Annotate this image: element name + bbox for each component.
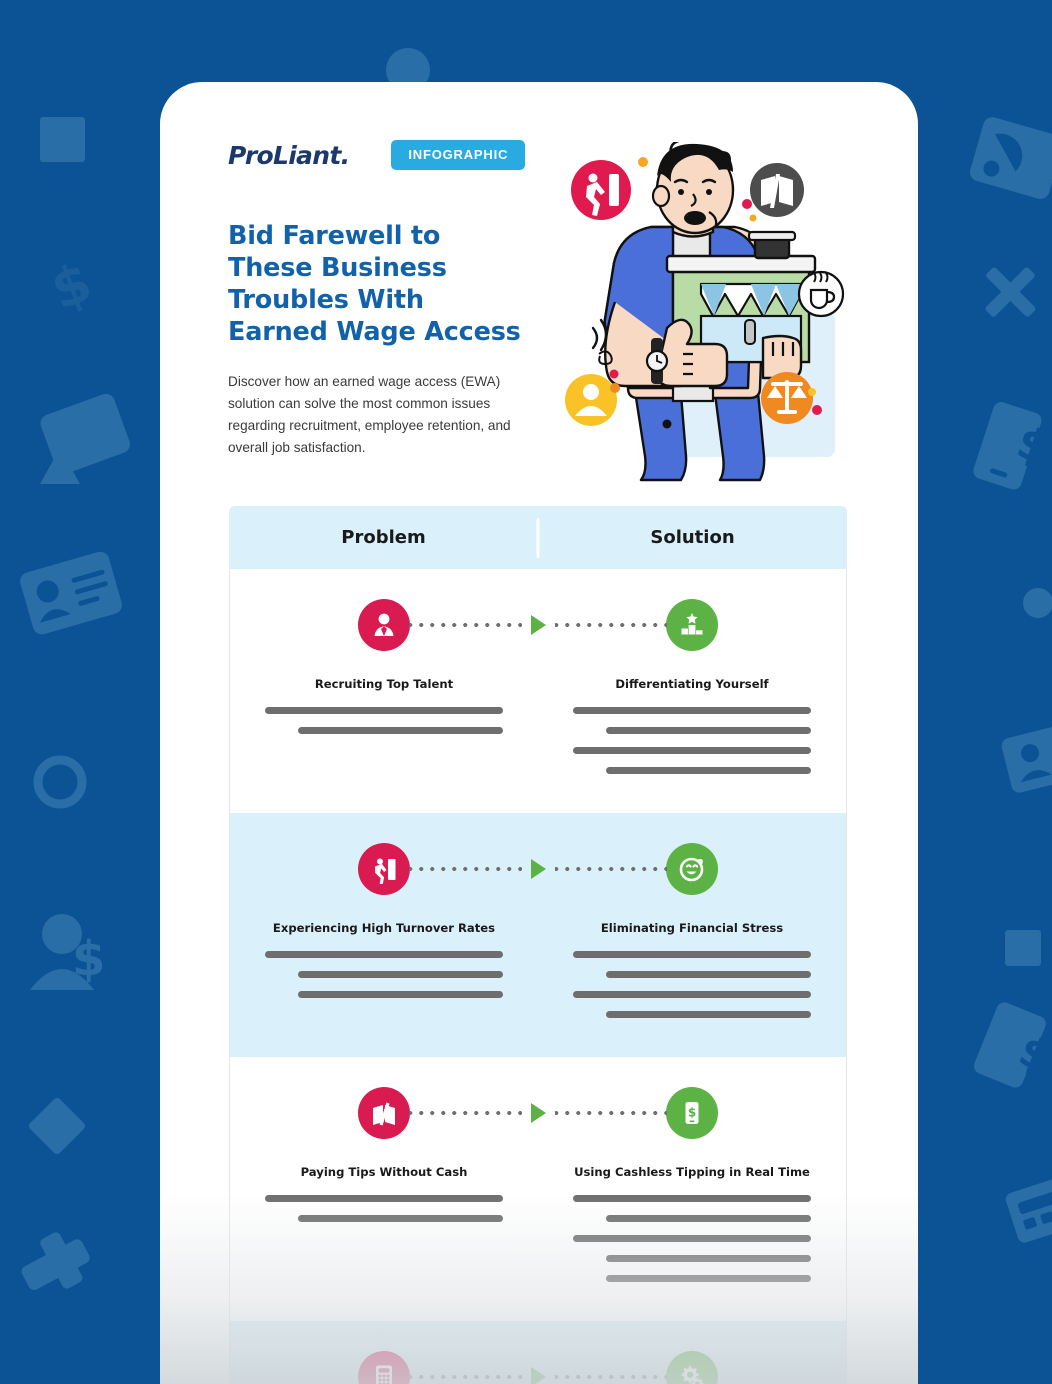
calculator-icon [358, 1351, 410, 1384]
svg-text:$: $ [688, 1106, 696, 1120]
torn-money-icon [358, 1087, 410, 1139]
hero-badge-torn-money [750, 163, 804, 217]
problem-cell: Paying Tips Without Cash [230, 1057, 538, 1321]
hero-illustration [555, 142, 855, 482]
table-row [229, 1321, 847, 1384]
problem-cell: Experiencing High Turnover Rates [230, 813, 538, 1057]
svg-text:$: $ [72, 931, 105, 987]
solution-title: Differentiating Yourself [615, 677, 768, 691]
placeholder-bar [573, 991, 811, 998]
hero-badge-coffee [799, 272, 843, 316]
placeholder-bar [573, 747, 811, 754]
placeholder-bar [606, 767, 811, 774]
solution-cell: Eliminating Financial Stress [538, 813, 846, 1057]
table-row: Paying Tips Without Cash [229, 1057, 847, 1321]
hero-badge-employee [565, 374, 617, 426]
placeholder-bar [606, 1255, 811, 1262]
infographic-badge: INFOGRAPHIC [391, 140, 525, 170]
placeholder-bar [606, 1011, 811, 1018]
placeholder-bar [573, 707, 811, 714]
happy-face-icon [666, 843, 718, 895]
proliant-logo: ProLiant. [228, 141, 349, 170]
page-subcopy: Discover how an earned wage access (EWA)… [228, 371, 520, 459]
placeholder-bar [573, 1195, 811, 1202]
placeholder-bar [265, 951, 503, 958]
placeholder-bar [606, 727, 811, 734]
problem-solution-table: Problem Solution Recruiting Top Talent [229, 506, 847, 1384]
placeholder-bar [298, 971, 503, 978]
problem-title: Experiencing High Turnover Rates [273, 921, 495, 935]
gears-icon [666, 1351, 718, 1384]
employee-exit-door-icon [358, 843, 410, 895]
placeholder-bar [298, 991, 503, 998]
column-divider [537, 518, 540, 558]
problem-placeholder-bars [265, 1195, 503, 1235]
businessperson-icon [358, 599, 410, 651]
solution-placeholder-bars [573, 1195, 811, 1295]
problem-placeholder-bars [265, 707, 503, 747]
hero-badge-scales [761, 372, 813, 424]
placeholder-bar [265, 707, 503, 714]
problem-title: Paying Tips Without Cash [301, 1165, 468, 1179]
solution-placeholder-bars [573, 707, 811, 787]
svg-text:$: $ [1011, 417, 1052, 475]
placeholder-bar [606, 971, 811, 978]
column-header-solution: Solution [538, 527, 847, 548]
solution-cell: $ Using Cashless Tipping in Real Time [538, 1057, 846, 1321]
problem-cell [230, 1321, 538, 1384]
screenshot-stage: $ $ [0, 0, 1052, 1384]
infographic-card: ProLiant. INFOGRAPHIC Bid Farewell to Th… [160, 82, 918, 1384]
problem-title: Recruiting Top Talent [315, 677, 453, 691]
svg-text:$: $ [43, 250, 100, 322]
solution-cell [538, 1321, 846, 1384]
svg-text:$: $ [1012, 1026, 1052, 1082]
placeholder-bar [606, 1275, 811, 1282]
podium-award-icon [666, 599, 718, 651]
solution-cell: Differentiating Yourself [538, 569, 846, 813]
column-header-problem: Problem [229, 527, 538, 548]
placeholder-bar [298, 727, 503, 734]
solution-title: Eliminating Financial Stress [601, 921, 783, 935]
table-header: Problem Solution [229, 506, 847, 569]
hero-badge-exit [571, 160, 631, 220]
problem-placeholder-bars [265, 951, 503, 1011]
table-row: Recruiting Top Talent [229, 569, 847, 813]
placeholder-bar [265, 1195, 503, 1202]
placeholder-bar [606, 1215, 811, 1222]
placeholder-bar [573, 951, 811, 958]
solution-title: Using Cashless Tipping in Real Time [574, 1165, 810, 1179]
problem-cell: Recruiting Top Talent [230, 569, 538, 813]
solution-placeholder-bars [573, 951, 811, 1031]
placeholder-bar [573, 1235, 811, 1242]
table-row: Experiencing High Turnover Rates [229, 813, 847, 1057]
mobile-payment-icon: $ [666, 1087, 718, 1139]
placeholder-bar [298, 1215, 503, 1222]
page-title: Bid Farewell to These Business Troubles … [228, 220, 528, 349]
